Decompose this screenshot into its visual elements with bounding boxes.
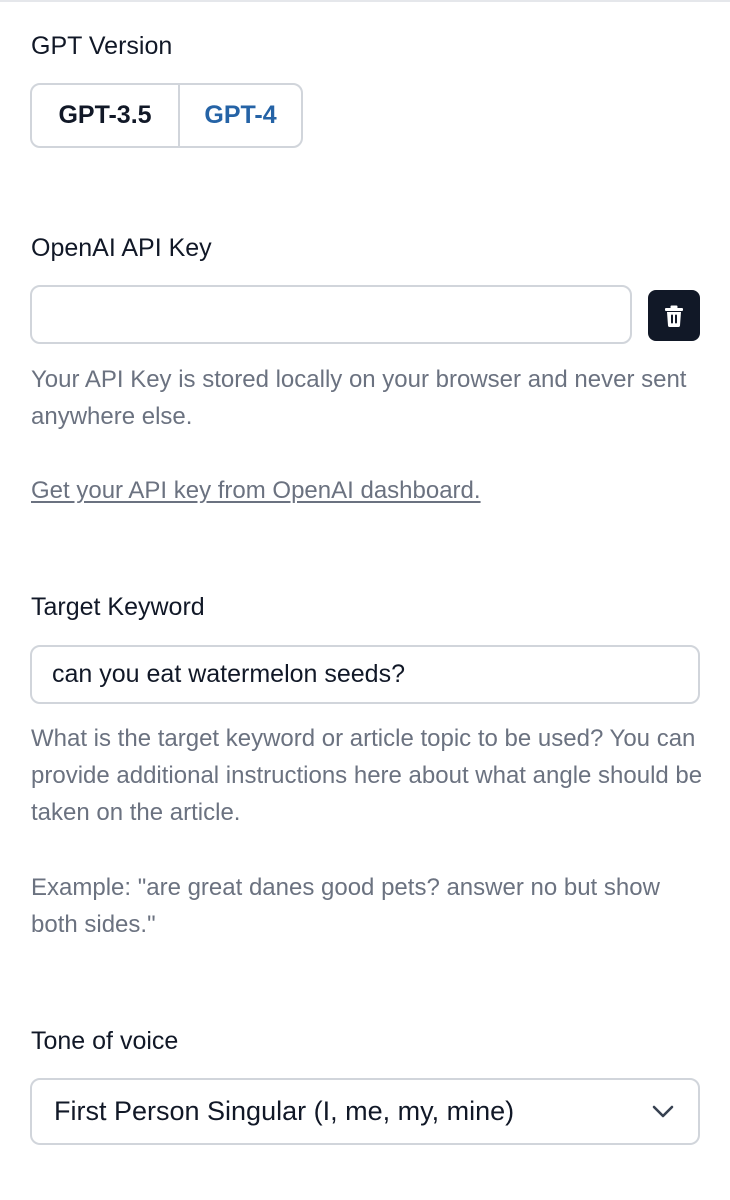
delete-api-key-button[interactable] bbox=[648, 290, 700, 341]
target-keyword-helper-text: What is the target keyword or article to… bbox=[31, 725, 703, 826]
gpt-3-5-option[interactable]: GPT-3.5 bbox=[32, 85, 180, 146]
tone-of-voice-label: Tone of voice bbox=[31, 1027, 179, 1055]
target-keyword-label: Target Keyword bbox=[31, 593, 205, 621]
gpt-version-label: GPT Version bbox=[31, 32, 173, 60]
api-key-label: OpenAI API Key bbox=[31, 234, 212, 262]
target-keyword-input[interactable]: can you eat watermelon seeds? bbox=[30, 645, 700, 704]
gpt-4-option[interactable]: GPT-4 bbox=[180, 85, 301, 146]
target-keyword-example: Example: "are great danes good pets? ans… bbox=[31, 874, 660, 938]
openai-dashboard-link[interactable]: Get your API key from OpenAI dashboard. bbox=[31, 474, 481, 508]
tone-of-voice-select[interactable]: First Person Singular (I, me, my, mine) bbox=[30, 1078, 700, 1145]
api-key-input[interactable] bbox=[30, 285, 632, 344]
api-key-helper-text: Your API Key is stored locally on your b… bbox=[31, 366, 687, 430]
gpt-version-toggle: GPT-3.5 GPT-4 bbox=[30, 83, 303, 148]
tone-of-voice-value: First Person Singular (I, me, my, mine) bbox=[54, 1096, 515, 1126]
trash-icon bbox=[665, 305, 683, 327]
chevron-down-icon bbox=[652, 1105, 674, 1117]
top-divider bbox=[0, 0, 730, 2]
